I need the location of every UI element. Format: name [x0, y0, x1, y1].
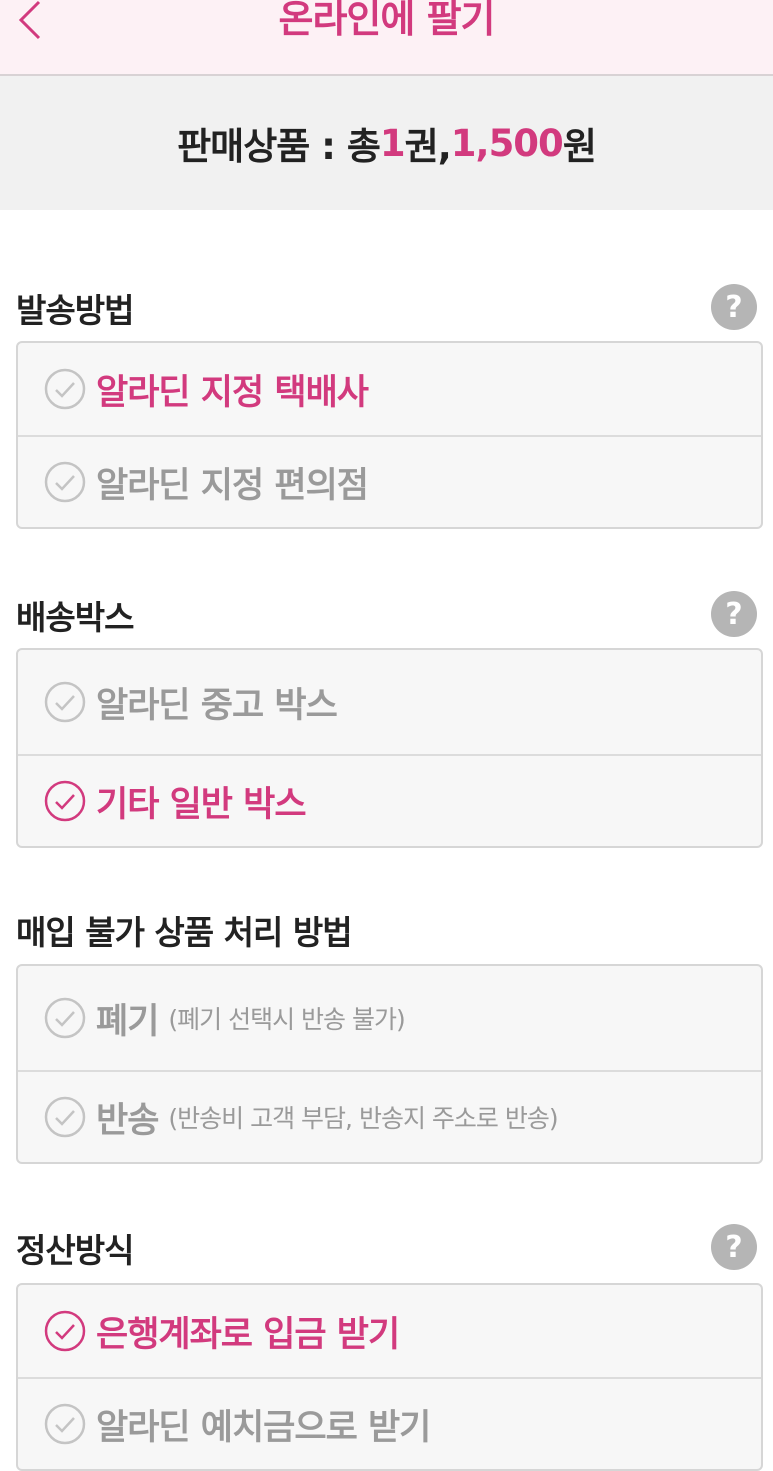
shipping-option-courier[interactable]: 알라딘 지정 택배사 [18, 343, 761, 435]
check-circle-icon [44, 681, 86, 723]
box-option-aladin-used[interactable]: 알라딘 중고 박스 [18, 650, 761, 754]
summary-count-unit: 권, [404, 125, 452, 168]
option-note: (폐기 선택시 반송 불가) [168, 1005, 405, 1034]
app-header: 온라인에 팔기 [0, 0, 773, 76]
settlement-section-header: 정산방식 ? [16, 1224, 757, 1274]
box-section-header: 배송박스 ? [16, 591, 757, 641]
option-label: 알라딘 지정 편의점 [96, 465, 369, 506]
sale-summary: 판매상품 : 총 1 권, 1,500 원 [0, 76, 773, 210]
settlement-help-icon[interactable]: ? [711, 1224, 757, 1270]
box-options: 알라딘 중고 박스 기타 일반 박스 [16, 648, 763, 848]
shipping-options: 알라딘 지정 택배사 알라딘 지정 편의점 [16, 341, 763, 529]
check-circle-icon [44, 1096, 86, 1138]
summary-count: 1 [379, 121, 406, 165]
shipping-section-header: 발송방법 ? [16, 284, 757, 334]
shipping-section-title: 발송방법 [16, 291, 134, 330]
check-circle-icon [44, 1310, 86, 1352]
settlement-section-title: 정산방식 [16, 1231, 134, 1270]
settlement-option-bank[interactable]: 은행계좌로 입금 받기 [18, 1285, 761, 1377]
box-option-other[interactable]: 기타 일반 박스 [18, 754, 761, 846]
rejected-options: 폐기 (폐기 선택시 반송 불가) 반송 (반송비 고객 부담, 반송지 주소로… [16, 964, 763, 1164]
summary-amount: 1,500 [450, 121, 564, 165]
rejected-option-return[interactable]: 반송 (반송비 고객 부담, 반송지 주소로 반송) [18, 1070, 761, 1162]
settlement-option-deposit[interactable]: 알라딘 예치금으로 받기 [18, 1377, 761, 1469]
settlement-options: 은행계좌로 입금 받기 알라딘 예치금으로 받기 [16, 1283, 763, 1471]
option-label: 반송 [96, 1100, 159, 1141]
option-label: 알라딘 예치금으로 받기 [96, 1407, 431, 1448]
shipping-help-icon[interactable]: ? [711, 284, 757, 330]
option-label: 폐기 [96, 1001, 159, 1042]
check-circle-icon [44, 1403, 86, 1445]
rejected-option-dispose[interactable]: 폐기 (폐기 선택시 반송 불가) [18, 966, 761, 1070]
check-circle-icon [44, 461, 86, 503]
check-circle-icon [44, 780, 86, 822]
check-circle-icon [44, 997, 86, 1039]
page-title: 온라인에 팔기 [278, 0, 496, 41]
option-label: 알라딘 지정 택배사 [96, 372, 369, 413]
shipping-option-convenience-store[interactable]: 알라딘 지정 편의점 [18, 435, 761, 527]
option-label: 알라딘 중고 박스 [96, 685, 338, 726]
option-label: 기타 일반 박스 [96, 784, 307, 825]
rejected-section-header: 매입 불가 상품 처리 방법 [16, 906, 757, 956]
box-section-title: 배송박스 [16, 598, 134, 637]
box-help-icon[interactable]: ? [711, 591, 757, 637]
rejected-section-title: 매입 불가 상품 처리 방법 [16, 913, 353, 952]
check-circle-icon [44, 368, 86, 410]
summary-prefix: 판매상품 : 총 [177, 125, 381, 168]
option-note: (반송비 고객 부담, 반송지 주소로 반송) [168, 1104, 558, 1133]
option-label: 은행계좌로 입금 받기 [96, 1314, 400, 1355]
summary-amount-unit: 원 [562, 125, 597, 168]
